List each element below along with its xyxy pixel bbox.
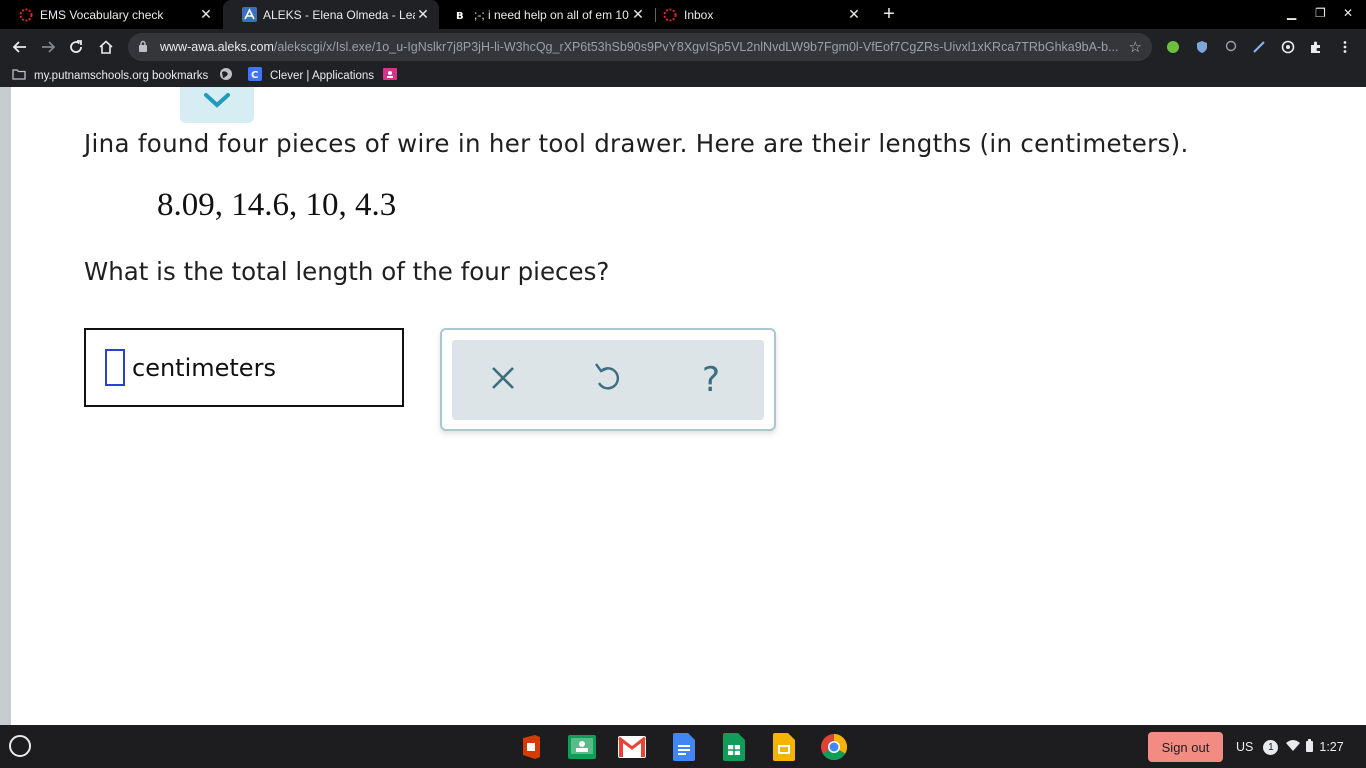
collapse-toggle-button[interactable] xyxy=(180,87,254,123)
circle-extension-icon[interactable] xyxy=(1281,40,1295,54)
status-tray[interactable]: US 1 1:27 xyxy=(1236,732,1360,762)
bookmark-star-icon[interactable]: ☆ xyxy=(1129,38,1142,56)
menu-kebab-icon[interactable] xyxy=(1338,40,1352,54)
answer-tool-bar: ? xyxy=(452,340,764,420)
globe-icon xyxy=(219,67,233,84)
bookmark-label: my.putnamschools.org bookmarks xyxy=(34,69,209,82)
url-host: www-awa.aleks.com xyxy=(160,40,274,54)
tab-title: ALEKS - Elena Olmeda - Learn xyxy=(263,7,415,22)
problem-question: What is the total length of the four pie… xyxy=(84,257,610,286)
tab-title: EMS Vocabulary check xyxy=(40,7,164,22)
chrome-icon[interactable] xyxy=(820,733,848,761)
tab-inbox[interactable]: Inbox ✕ xyxy=(656,0,870,29)
close-tab-icon[interactable]: ✕ xyxy=(415,6,431,23)
back-icon[interactable] xyxy=(8,35,32,59)
keyboard-layout: US xyxy=(1236,740,1254,754)
answer-tool-panel: ? xyxy=(440,328,776,431)
close-tab-icon[interactable]: ✕ xyxy=(198,6,214,23)
brainly-icon: B xyxy=(452,7,468,23)
battery-icon xyxy=(1306,739,1314,755)
tab-brainly[interactable]: B ;-; i need help on all of em 10 po ✕ xyxy=(440,0,654,29)
shield-extension-icon[interactable] xyxy=(1195,40,1209,54)
left-scroll-rail xyxy=(0,87,11,725)
clear-x-icon xyxy=(490,360,516,400)
forward-icon[interactable] xyxy=(36,35,60,59)
bookmark-folder-putnamschools[interactable]: my.putnamschools.org bookmarks xyxy=(12,67,208,84)
tab-ems-vocabulary[interactable]: EMS Vocabulary check ✕ xyxy=(0,0,222,29)
url-text: www-awa.aleks.com/alekscgi/x/Isl.exe/1o_… xyxy=(160,40,1120,54)
close-tab-icon[interactable]: ✕ xyxy=(846,6,862,23)
bulb-extension-icon[interactable] xyxy=(1224,40,1238,54)
bookmark-label: Clever | Applications xyxy=(270,69,374,82)
pen-extension-icon[interactable] xyxy=(1252,40,1266,54)
green-shield-extension-icon[interactable] xyxy=(1166,40,1180,54)
tab-strip: EMS Vocabulary check ✕ ALEKS - Elena Olm… xyxy=(0,0,1366,29)
reload-icon[interactable] xyxy=(64,35,88,59)
clock-time: 1:27 xyxy=(1319,740,1344,754)
google-docs-icon[interactable] xyxy=(670,733,698,761)
inbox-spinner-icon xyxy=(662,7,678,23)
minimize-icon[interactable]: ▁ xyxy=(1287,6,1296,20)
chromeos-shelf: Sign out US 1 1:27 xyxy=(0,725,1366,768)
help-question-icon: ? xyxy=(701,360,721,400)
clever-icon: C xyxy=(248,67,262,84)
google-slides-icon[interactable] xyxy=(770,733,798,761)
undo-button[interactable] xyxy=(585,358,629,402)
launcher-icon[interactable] xyxy=(9,735,31,757)
tab-title: Inbox xyxy=(684,7,714,22)
tab-aleks[interactable]: ALEKS - Elena Olmeda - Learn ✕ xyxy=(223,0,439,29)
new-tab-button[interactable]: + xyxy=(879,4,899,24)
folder-icon xyxy=(12,68,26,83)
gmail-icon[interactable] xyxy=(618,733,646,761)
bookmark-pink-app[interactable] xyxy=(383,67,397,84)
problem-statement: Jina found four pieces of wire in her to… xyxy=(84,129,1189,158)
wire-lengths: 8.09, 14.6, 10, 4.3 xyxy=(157,187,397,223)
address-bar[interactable]: www-awa.aleks.com/alekscgi/x/Isl.exe/1o_… xyxy=(128,33,1152,61)
office-icon[interactable] xyxy=(517,733,545,761)
answer-input-field[interactable] xyxy=(105,349,125,386)
close-tab-icon[interactable]: ✕ xyxy=(630,6,646,23)
help-button[interactable]: ? xyxy=(689,358,733,402)
restore-icon[interactable]: ❐ xyxy=(1315,6,1326,20)
answer-input-box[interactable]: centimeters xyxy=(84,328,404,407)
wifi-icon xyxy=(1286,740,1301,754)
puzzle-extensions-icon[interactable] xyxy=(1309,40,1323,54)
tab-title: ;-; i need help on all of em 10 po xyxy=(474,7,630,22)
bookmark-clever[interactable]: C Clever | Applications xyxy=(248,67,374,84)
aleks-logo-icon xyxy=(241,7,257,23)
page-viewport: Jina found four pieces of wire in her to… xyxy=(0,87,1366,725)
svg-text:B: B xyxy=(456,11,464,21)
answer-unit-label: centimeters xyxy=(132,353,276,382)
google-sheets-icon[interactable] xyxy=(720,733,748,761)
lock-icon xyxy=(138,40,152,55)
chevron-down-icon xyxy=(203,92,231,113)
home-icon[interactable] xyxy=(94,35,118,59)
browser-toolbar: www-awa.aleks.com/alekscgi/x/Isl.exe/1o_… xyxy=(0,29,1366,64)
notification-count-badge: 1 xyxy=(1263,739,1279,755)
form-spinner-icon xyxy=(18,7,34,23)
undo-icon xyxy=(593,360,621,400)
bookmarks-bar: my.putnamschools.org bookmarks C Clever … xyxy=(0,64,1366,87)
google-classroom-icon[interactable] xyxy=(568,733,596,761)
pink-app-icon xyxy=(383,68,397,83)
svg-text:C: C xyxy=(251,70,258,81)
url-path: /alekscgi/x/Isl.exe/1o_u-IgNslkr7j8P3jH-… xyxy=(273,40,1119,54)
sign-out-button[interactable]: Sign out xyxy=(1148,732,1223,762)
close-window-icon[interactable]: ✕ xyxy=(1343,6,1353,20)
bookmark-globe[interactable] xyxy=(219,67,233,84)
clear-button[interactable] xyxy=(481,358,525,402)
